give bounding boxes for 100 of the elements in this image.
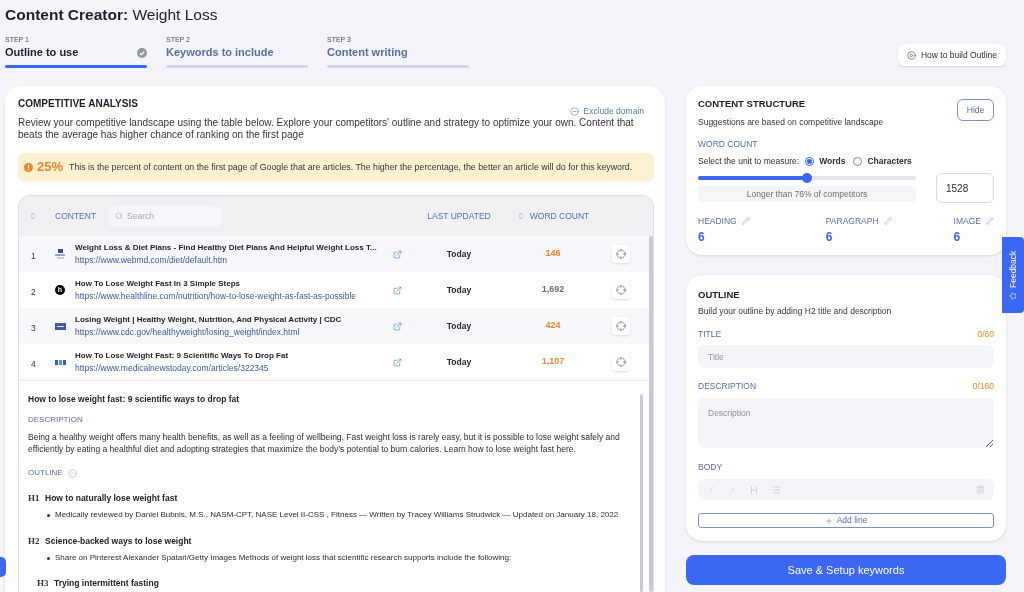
feedback-tab[interactable]: Feedback [1002,237,1024,313]
metric-label: PARAGRAPH [825,216,879,226]
rank-cell: 4 [31,359,36,369]
scrollbar-thumb[interactable] [649,236,653,592]
slider-thumb[interactable] [802,173,812,183]
table-row[interactable]: 3 Losing Weight | Healthy Weight, Nutrition, And Physical Activity | CDC https://www.cdc.gov/healthyweight/losing_weight/index.html Today 424 [19,308,649,344]
bullet-icon [47,513,50,517]
result-url-link[interactable]: https://www.cdc.gov/healthyweight/losing_weight/index.html [75,327,300,338]
description-label: DESCRIPTION [28,415,84,425]
external-link-icon[interactable] [393,249,402,259]
rank-cell: 1 [31,251,36,261]
card-title: CONTENT STRUCTURE [698,98,807,110]
collapse-icon[interactable] [67,468,77,478]
badge-logo-icon [55,322,66,330]
pencil-icon[interactable] [741,217,750,225]
title-input[interactable]: Title [698,345,994,368]
table-row[interactable]: 1 Weight Loss & Diet Plans - Find Healthy Diet Plans And Helpful Weight Loss T... https://www.webmd.com/diet/default.htm Today 146 [19,236,649,272]
external-link-icon[interactable] [393,285,402,295]
column-header[interactable]: LAST UPDATED [427,209,491,223]
rank-cell: 2 [31,287,36,297]
character-counter: 0/60 [977,329,994,339]
column-header[interactable]: WORD COUNT [516,209,590,223]
sort-icon [516,212,525,220]
word-count-slider[interactable] [698,173,916,183]
field-label: TITLE [698,329,722,339]
result-title: Losing Weight | Healthy Weight, Nutrition, And Physical Activity | CDC [75,314,342,325]
section-description: Review your competitive landscape using the table below. Explore your competitors' outline and strategy to optimize your own. Content that beats the average has higher chance of ranking on the first page [18,117,635,141]
body-label: BODY [698,462,724,472]
plus-icon [824,516,833,525]
card-subtitle: Build your outline by adding H2 title and description [698,306,893,316]
outline-heading: Trying intermittent fasting [54,577,159,589]
card-subtitle: Suggestions are based on competitive landscape [698,117,884,127]
crosshair-icon [616,321,626,331]
heading-level-tag: H1 [28,492,45,504]
save-button[interactable]: Save & Setup keywords [686,555,1006,585]
side-panel-handle[interactable] [0,557,6,577]
date-cell: Today [446,247,472,261]
pencil-icon[interactable] [986,217,994,225]
unit-radio[interactable]: Characters [853,156,912,166]
result-title: How To Lose Weight Fast In 3 Simple Steps [75,278,241,289]
result-url-link[interactable]: https://www.healthline.com/nutrition/how-to-lose-weight-as-fast-as-possible [75,291,357,302]
target-button[interactable] [612,245,630,263]
minus-circle-icon [569,106,579,116]
unit-prompt: Select the unit to measure: [698,156,800,166]
pencil-icon[interactable] [883,217,892,225]
scrollbar-thumb[interactable] [640,394,643,592]
description-textarea[interactable]: Description [698,398,994,448]
step-label: Keywords to include [166,45,274,60]
metric-label: HEADING [698,216,737,226]
word-count-cell: 1,692 [541,283,565,297]
word-count-input[interactable]: 1528 [936,173,994,203]
article-title: How to lose weight fast: 9 scientific ways to drop fat [28,393,241,405]
hide-button[interactable]: Hide [957,99,994,121]
target-button[interactable] [612,353,630,371]
column-header[interactable]: CONTENT [55,209,97,223]
heading-level-tag: H3 [37,577,54,589]
target-button[interactable] [612,317,630,335]
result-title: How To Lose Weight Fast: 9 Scientific Ways To Drop Fat [75,350,289,361]
bullet-icon [47,556,50,560]
page-title: Content Creator: Weight Loss [4,5,219,24]
metric-value: 6 [698,230,705,244]
result-url-link[interactable]: https://www.webmd.com/diet/default.htm [75,255,228,266]
outline-heading: Science-backed ways to lose weight [45,535,192,547]
outline-heading: How to naturally lose weight fast [45,492,178,504]
check-circle-icon [137,47,147,58]
date-cell: Today [446,319,472,333]
heading-level-tag: H2 [28,535,45,547]
character-counter: 0/160 [972,381,994,391]
sort-button[interactable] [29,212,37,220]
percent-value: 25% [37,159,64,175]
add-line-button[interactable]: Add line [698,513,994,528]
stacked-logo-icon [55,249,65,259]
rank-cell: 3 [31,323,36,333]
word-count-cell: 146 [545,247,561,261]
step-label: Content writing [327,45,408,60]
article-description: Being a healthy weight offers many health benefits, as well as a feeling of wellbeing. Fast weight loss is rarely easy, but it is possible to lose weight safely and efficiently by eating a healthful diet and adopting strategies that maximize the body’s potential to burn calories. Learn how to lose weight fast here. [28,431,621,455]
target-button[interactable] [612,281,630,299]
field-label: DESCRIPTION [698,381,757,391]
exclude-domain-link[interactable]: Exclude domain [569,106,644,116]
help-button[interactable]: How to build Outline [897,44,1006,66]
play-icon [906,50,916,60]
outline-label: OUTLINE [28,468,63,478]
metric-label: IMAGE [953,216,981,226]
card-title: OUTLINE [698,289,741,301]
crosshair-icon [616,357,626,367]
star-icon [1009,291,1017,300]
date-cell: Today [446,355,472,369]
step-label: Outline to use [5,45,79,60]
external-link-icon[interactable] [393,321,402,331]
outline-bullet-text: Medically reviewed by Daniel Bubnis, M.S., NASM-CPT, NASE Level II-CSS , Fitness — Written by Tracey Williams Strudwick — Updated on January 18, 2022 [55,509,619,521]
result-url-link[interactable]: https://www.medicalnewstoday.com/articles/322345 [75,363,269,374]
banner-text: This is the percent of content on the first page of Google that are articles. The higher the percentage, the better an article will do for this keyword. [69,161,633,173]
tiles-logo-icon [55,359,66,365]
crosshair-icon [616,249,626,259]
external-link-icon[interactable] [393,357,402,367]
word-count-cell: 1,107 [541,355,565,369]
unit-radio[interactable]: Words [805,156,846,166]
search-field[interactable]: Search [108,205,222,227]
search-icon [115,211,124,220]
alert-icon [24,162,33,172]
